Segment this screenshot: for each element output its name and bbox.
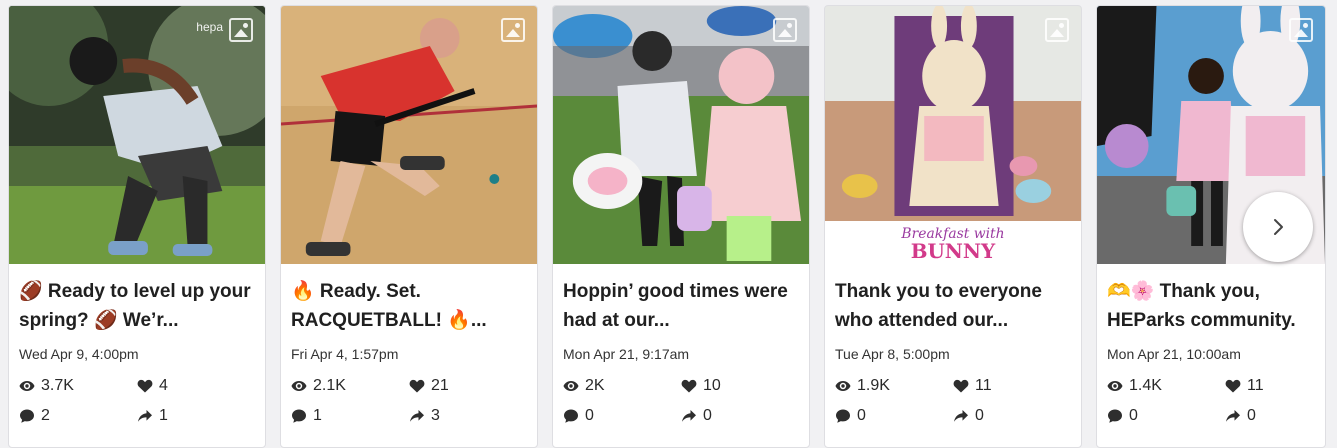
eye-icon [563, 378, 579, 394]
post-caption[interactable]: 🏈 Ready to level up your spring? 🏈 We’r.… [9, 264, 265, 335]
shares-count: 1 [159, 407, 168, 424]
post-caption[interactable]: 🔥 Ready. Set. RACQUETBALL! 🔥... [281, 264, 537, 335]
heart-icon [409, 378, 425, 394]
shares-stat: 0 [1225, 406, 1325, 426]
chevron-right-icon [1274, 219, 1283, 235]
likes-stat: 11 [1225, 376, 1325, 396]
comments-count: 0 [857, 407, 866, 424]
likes-count: 4 [159, 377, 168, 394]
shares-stat: 3 [409, 406, 509, 426]
photo-watermark: hepa [196, 20, 223, 34]
shares-stat: 0 [681, 406, 781, 426]
likes-stat: 21 [409, 376, 509, 396]
share-arrow-icon [1225, 408, 1241, 424]
likes-count: 10 [703, 377, 721, 394]
eye-icon [835, 378, 851, 394]
post-card[interactable]: Breakfast with BUNNY Thank you to everyo… [824, 5, 1082, 448]
shares-count: 3 [431, 407, 440, 424]
views-stat: 1.9K [835, 376, 953, 396]
comments-stat: 2 [19, 406, 137, 426]
image-gallery-icon [773, 18, 797, 42]
likes-count: 11 [975, 377, 992, 394]
views-stat: 3.7K [19, 376, 137, 396]
heart-icon [953, 378, 969, 394]
post-date: Fri Apr 4, 1:57pm [291, 346, 399, 362]
post-card[interactable]: 🔥 Ready. Set. RACQUETBALL! 🔥... Fri Apr … [280, 5, 538, 448]
shares-count: 0 [1247, 407, 1256, 424]
views-stat: 2.1K [291, 376, 409, 396]
post-date: Mon Apr 21, 10:00am [1107, 346, 1241, 362]
heart-icon [1225, 378, 1241, 394]
carousel-next-button[interactable] [1243, 192, 1313, 262]
comments-count: 1 [313, 407, 322, 424]
likes-count: 11 [1247, 377, 1264, 394]
post-stats: 1.4K 11 0 0 [1097, 370, 1325, 426]
likes-stat: 4 [137, 376, 237, 396]
comment-bubble-icon [1107, 408, 1123, 424]
shares-stat: 0 [953, 406, 1053, 426]
post-photo-racquetball[interactable] [281, 6, 537, 264]
eye-icon [1107, 378, 1123, 394]
likes-count: 21 [431, 377, 449, 394]
views-count: 1.9K [857, 377, 890, 394]
comment-bubble-icon [563, 408, 579, 424]
image-gallery-icon [501, 18, 525, 42]
post-stats: 1.9K 11 0 0 [825, 370, 1081, 426]
share-arrow-icon [681, 408, 697, 424]
comments-count: 0 [585, 407, 594, 424]
shares-count: 0 [703, 407, 712, 424]
post-caption[interactable]: 🫶🌸 Thank you, HEParks community. [1097, 264, 1325, 335]
image-gallery-icon [1289, 18, 1313, 42]
comment-bubble-icon [19, 408, 35, 424]
post-stats: 2K 10 0 0 [553, 370, 809, 426]
views-count: 1.4K [1129, 377, 1162, 394]
views-count: 2K [585, 377, 605, 394]
views-count: 2.1K [313, 377, 346, 394]
eye-icon [19, 378, 35, 394]
heart-icon [681, 378, 697, 394]
image-gallery-icon [1045, 18, 1069, 42]
share-arrow-icon [953, 408, 969, 424]
post-stats: 2.1K 21 1 3 [281, 370, 537, 426]
comment-bubble-icon [291, 408, 307, 424]
eye-icon [291, 378, 307, 394]
post-card[interactable]: Hoppin’ good times were had at our... Mo… [552, 5, 810, 448]
comments-stat: 0 [835, 406, 953, 426]
comments-stat: 1 [291, 406, 409, 426]
shares-count: 0 [975, 407, 984, 424]
share-arrow-icon [409, 408, 425, 424]
post-carousel: hepa 🏈 Ready to level up your spring? 🏈 … [8, 5, 1326, 448]
post-date: Tue Apr 8, 5:00pm [835, 346, 950, 362]
share-arrow-icon [137, 408, 153, 424]
shares-stat: 1 [137, 406, 237, 426]
post-date: Wed Apr 9, 4:00pm [19, 346, 139, 362]
heart-icon [137, 378, 153, 394]
post-photo-egg-hunt[interactable] [553, 6, 809, 264]
post-date: Mon Apr 21, 9:17am [563, 346, 690, 362]
likes-stat: 10 [681, 376, 781, 396]
comments-stat: 0 [563, 406, 681, 426]
comment-bubble-icon [835, 408, 851, 424]
image-text-line2: BUNNY [911, 239, 996, 263]
post-stats: 3.7K 4 2 1 [9, 370, 265, 426]
image-gallery-icon [229, 18, 253, 42]
comments-count: 0 [1129, 407, 1138, 424]
post-photo-flag-football[interactable]: hepa [9, 6, 265, 264]
comments-stat: 0 [1107, 406, 1225, 426]
likes-stat: 11 [953, 376, 1053, 396]
post-caption[interactable]: Thank you to everyone who attended our..… [825, 264, 1081, 335]
views-stat: 1.4K [1107, 376, 1225, 396]
post-caption[interactable]: Hoppin’ good times were had at our... [553, 264, 809, 335]
post-card[interactable]: hepa 🏈 Ready to level up your spring? 🏈 … [8, 5, 266, 448]
views-stat: 2K [563, 376, 681, 396]
comments-count: 2 [41, 407, 50, 424]
views-count: 3.7K [41, 377, 74, 394]
post-photo-breakfast-bunny[interactable]: Breakfast with BUNNY [825, 6, 1081, 264]
